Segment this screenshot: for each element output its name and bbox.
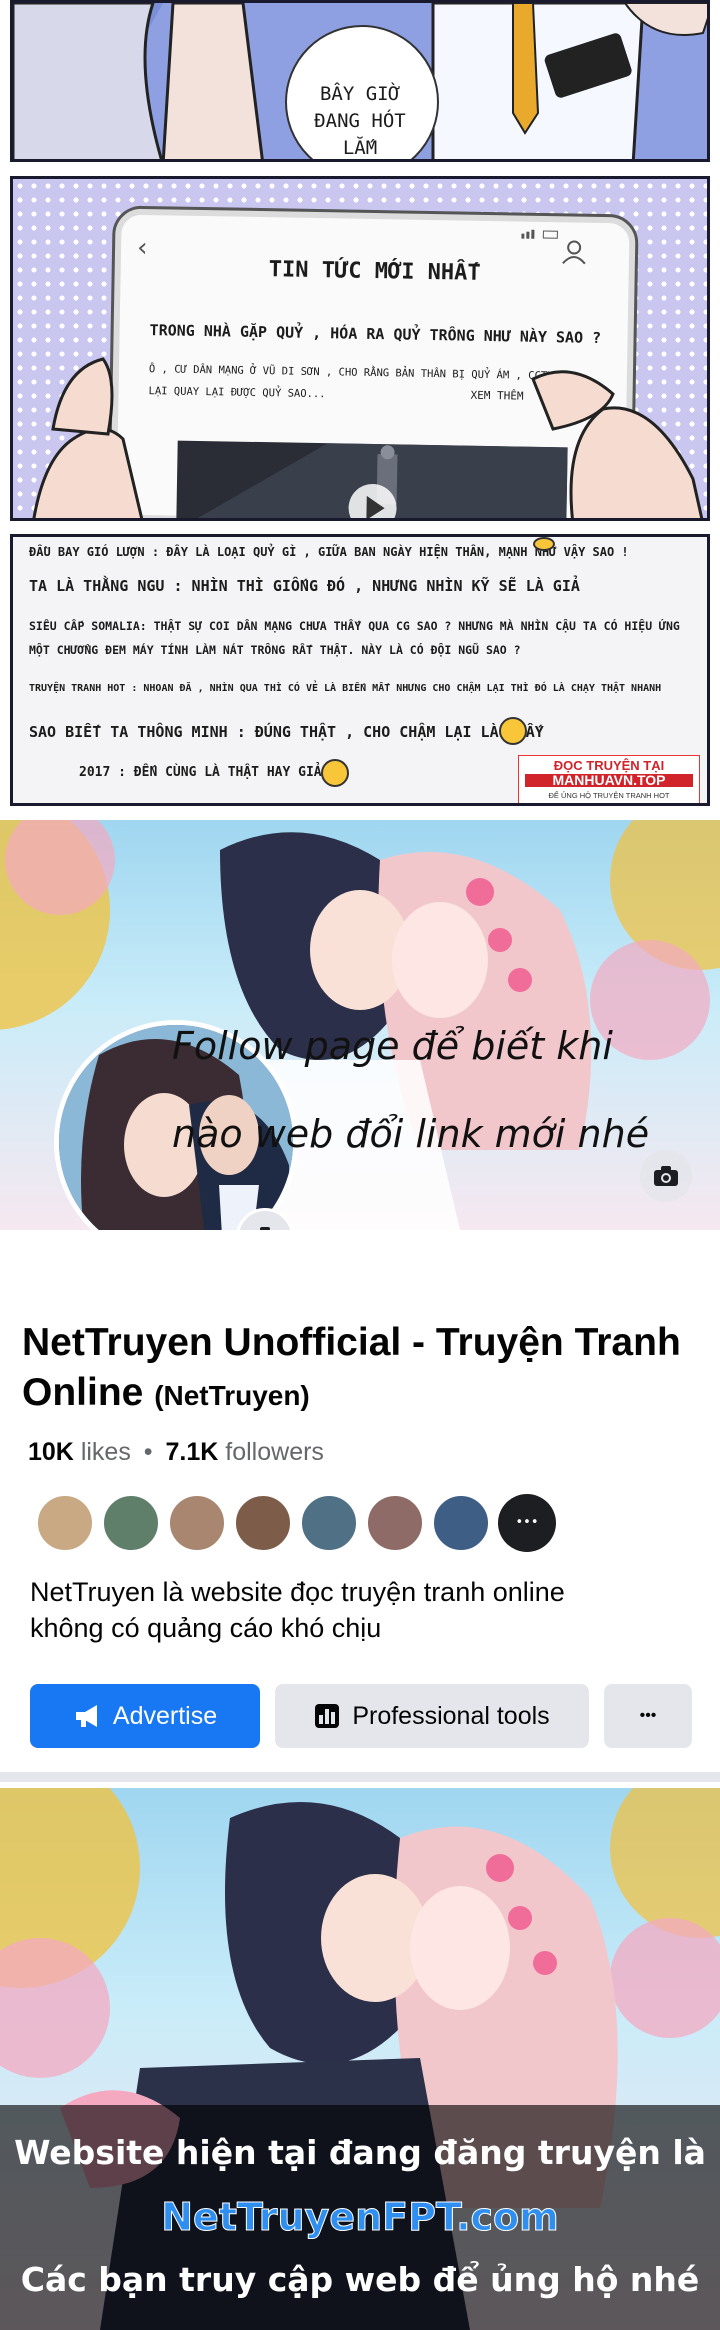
bubble-line: ĐANG HÓT bbox=[314, 110, 406, 132]
advertise-button[interactable]: Advertise bbox=[30, 1684, 260, 1748]
promo-artwork: Website hiện tại đang đăng truyện là Net… bbox=[0, 1788, 720, 2330]
comment-line: SIÊU CẤP SOMALIA: THẬT SỰ COI DÂN MẠNG C… bbox=[29, 619, 680, 633]
advertise-label: Advertise bbox=[112, 1701, 218, 1730]
cover-overlay-text: Follow page để biết khi nào web đổi link… bbox=[172, 1002, 712, 1178]
description-line: NetTruyen là website đọc truyện tranh on… bbox=[30, 1577, 565, 1607]
comment-line: SAO BIẾT TA THÔNG MINH : ĐÚNG THẬT , CHO… bbox=[29, 723, 544, 741]
professional-tools-button[interactable]: Professional tools bbox=[275, 1684, 589, 1748]
section-divider bbox=[0, 1772, 720, 1782]
watermark-line: ĐỌC TRUYỆN TẠI bbox=[553, 758, 665, 773]
page-name: NetTruyen Unofficial - Truyện Tranh Onli… bbox=[22, 1318, 682, 1421]
likes-label[interactable]: likes bbox=[81, 1438, 131, 1466]
page-username: (NetTruyen) bbox=[154, 1380, 310, 1411]
cover-overlay-line: Follow page để biết khi bbox=[172, 1024, 613, 1068]
more-options-icon: ••• bbox=[639, 1707, 657, 1724]
follower-avatar[interactable] bbox=[432, 1494, 490, 1552]
cover-photo[interactable]: Follow page để biết khi nào web đổi link… bbox=[0, 820, 720, 1230]
description-line: không có quảng cáo khó chịu bbox=[30, 1613, 382, 1643]
manga-panel-2: ‹ TIN TỨC MỚI NHẤT TRONG NHÀ GẶP QUỶ , H… bbox=[10, 176, 710, 521]
dashboard-icon bbox=[315, 1704, 340, 1728]
eye-emoji-icon bbox=[533, 537, 555, 551]
site-domain-link[interactable]: NetTruyenFPT.com bbox=[0, 2195, 720, 2240]
bubble-line: LẮM bbox=[342, 137, 378, 159]
manhuavn-watermark: ĐỌC TRUYỆN TẠI MANHUAVN.TOP ĐỂ ỦNG HỘ TR… bbox=[518, 755, 700, 803]
likes-count[interactable]: 10K bbox=[28, 1438, 74, 1466]
follower-avatar[interactable] bbox=[300, 1494, 358, 1552]
speech-bubble-text: BÂY GIỜ ĐANG HÓT LẮM bbox=[285, 81, 435, 159]
hands-holding-phone bbox=[32, 357, 704, 518]
follower-avatars[interactable]: ••• bbox=[36, 1494, 596, 1554]
follower-avatar[interactable] bbox=[366, 1494, 424, 1552]
bubble-line: BÂY GIỜ bbox=[319, 83, 401, 105]
page-name-main: NetTruyen Unofficial - Truyện Tranh Onli… bbox=[22, 1321, 681, 1414]
footer-line-3: Các bạn truy cập web để ủng hộ nhé bbox=[20, 2260, 700, 2299]
laughing-emoji-icon bbox=[499, 717, 527, 745]
page-stats: 10K likes • 7.1K followers bbox=[28, 1438, 324, 1467]
page-description: NetTruyen là website đọc truyện tranh on… bbox=[30, 1574, 565, 1646]
followers-count[interactable]: 7.1K bbox=[166, 1438, 219, 1466]
footer-line-1: Website hiện tại đang đăng truyện là bbox=[14, 2133, 706, 2172]
comment-line: MỘT CHƯỞNG ĐEM MÁY TÍNH LÀM NÁT TRÔNG RẤ… bbox=[29, 643, 521, 657]
follower-avatar[interactable] bbox=[168, 1494, 226, 1552]
megaphone-icon bbox=[75, 1705, 97, 1727]
follower-avatar[interactable] bbox=[36, 1494, 94, 1552]
manga-panel-1: BÂY GIỜ ĐANG HÓT LẮM bbox=[10, 0, 710, 162]
more-options-button[interactable]: ••• bbox=[604, 1684, 692, 1748]
more-followers-button[interactable]: ••• bbox=[498, 1494, 556, 1552]
cover-overlay-line: nào web đổi link mới nhé bbox=[172, 1112, 650, 1156]
watermark-line: ĐỂ ỦNG HỘ TRUYỆN TRANH HOT bbox=[548, 791, 670, 800]
camera-icon bbox=[260, 1227, 270, 1230]
followers-label[interactable]: followers bbox=[225, 1438, 324, 1466]
manga-panel-3: ĐẦU BAY GIÓ LƯỢN : ĐÂY LÀ LOẠI QUỶ GÌ , … bbox=[10, 534, 710, 806]
comment-line: TRUYỆN TRANH HOT : NHOAN ĐÃ , NHÌN QUA T… bbox=[29, 683, 662, 694]
stats-separator: • bbox=[143, 1438, 153, 1466]
comment-line: TA LÀ THẰNG NGU : NHÌN THÌ GIỐNG ĐÓ , NH… bbox=[29, 577, 580, 595]
follower-avatar[interactable] bbox=[102, 1494, 160, 1552]
comment-line: 2017 : ĐẾN CÙNG LÀ THẬT HAY GIẢ ? bbox=[79, 765, 338, 780]
surprised-emoji-icon bbox=[321, 759, 349, 787]
watermark-line: MANHUAVN.TOP bbox=[525, 773, 693, 787]
professional-tools-label: Professional tools bbox=[352, 1701, 550, 1730]
follower-avatar[interactable] bbox=[234, 1494, 292, 1552]
